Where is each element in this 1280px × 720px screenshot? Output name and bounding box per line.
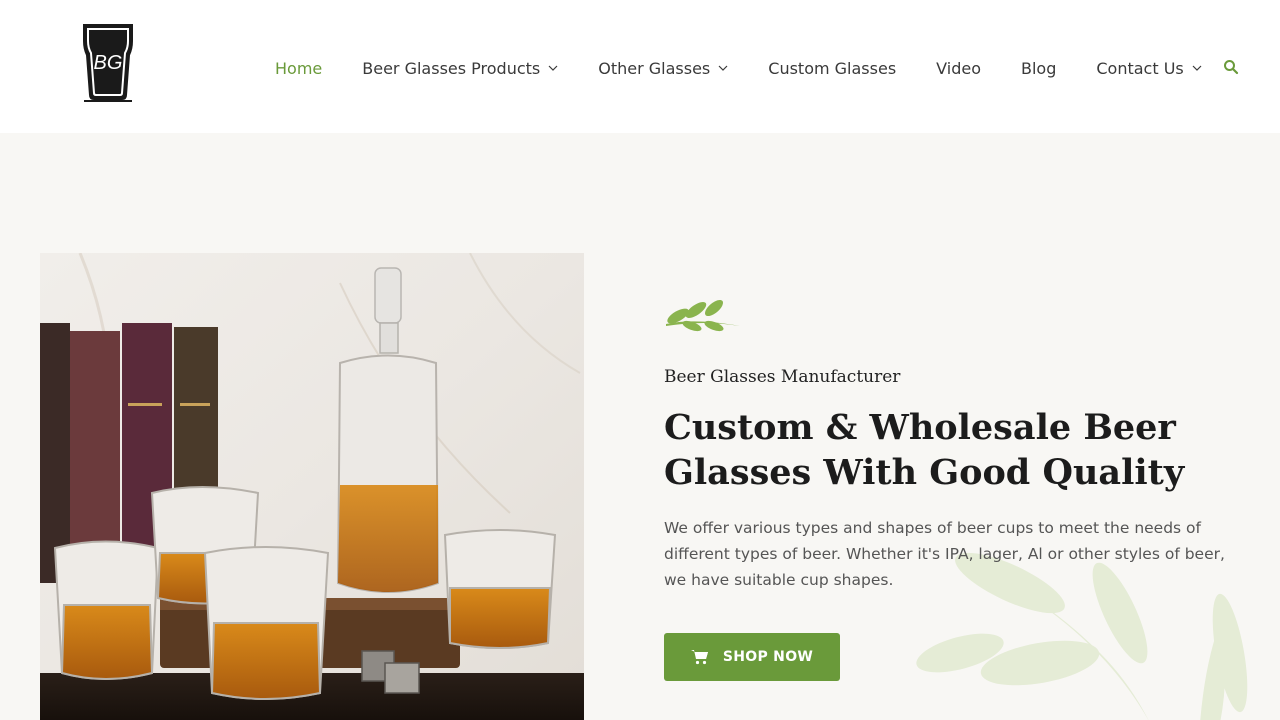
hero-section: Beer Glasses Manufacturer Custom & Whole… <box>0 133 1280 720</box>
nav-label: Contact Us <box>1096 58 1184 78</box>
nav-label: Beer Glasses Products <box>362 58 541 78</box>
site-header: BG Home Beer Glasses Products Other Glas… <box>0 0 1280 133</box>
nav-home[interactable]: Home <box>255 55 342 81</box>
logo[interactable]: BG <box>80 21 136 103</box>
nav-label: Other Glasses <box>598 58 711 78</box>
nav-other-glasses[interactable]: Other Glasses <box>578 55 748 81</box>
leaf-sprig-icon <box>666 299 740 332</box>
hero-product-image <box>40 253 584 720</box>
shop-now-button[interactable]: SHOP NOW <box>664 633 840 681</box>
hero-description: We offer various types and shapes of bee… <box>664 519 1225 589</box>
logo-text: BG <box>94 52 123 74</box>
shop-now-label: SHOP NOW <box>722 649 814 665</box>
chevron-down-icon <box>548 65 558 71</box>
nav-contact-us[interactable]: Contact Us <box>1076 55 1221 81</box>
nav-beer-glasses-products[interactable]: Beer Glasses Products <box>342 55 578 81</box>
nav-blog[interactable]: Blog <box>1001 55 1076 81</box>
chevron-down-icon <box>718 65 728 71</box>
nav-label: Blog <box>1020 58 1057 78</box>
hero-headline: Custom & Wholesale Beer Glasses With Goo… <box>664 407 1185 493</box>
hero-eyebrow: Beer Glasses Manufacturer <box>664 367 901 387</box>
search-icon[interactable] <box>1223 59 1239 75</box>
nav-label: Home <box>275 58 323 78</box>
cart-icon <box>690 650 708 665</box>
nav-label: Video <box>936 58 981 78</box>
chevron-down-icon <box>1192 65 1202 71</box>
nav-custom-glasses[interactable]: Custom Glasses <box>748 55 916 81</box>
nav-video[interactable]: Video <box>916 55 1001 81</box>
nav-label: Custom Glasses <box>768 58 897 78</box>
main-nav: Home Beer Glasses Products Other Glasses… <box>255 55 1222 81</box>
